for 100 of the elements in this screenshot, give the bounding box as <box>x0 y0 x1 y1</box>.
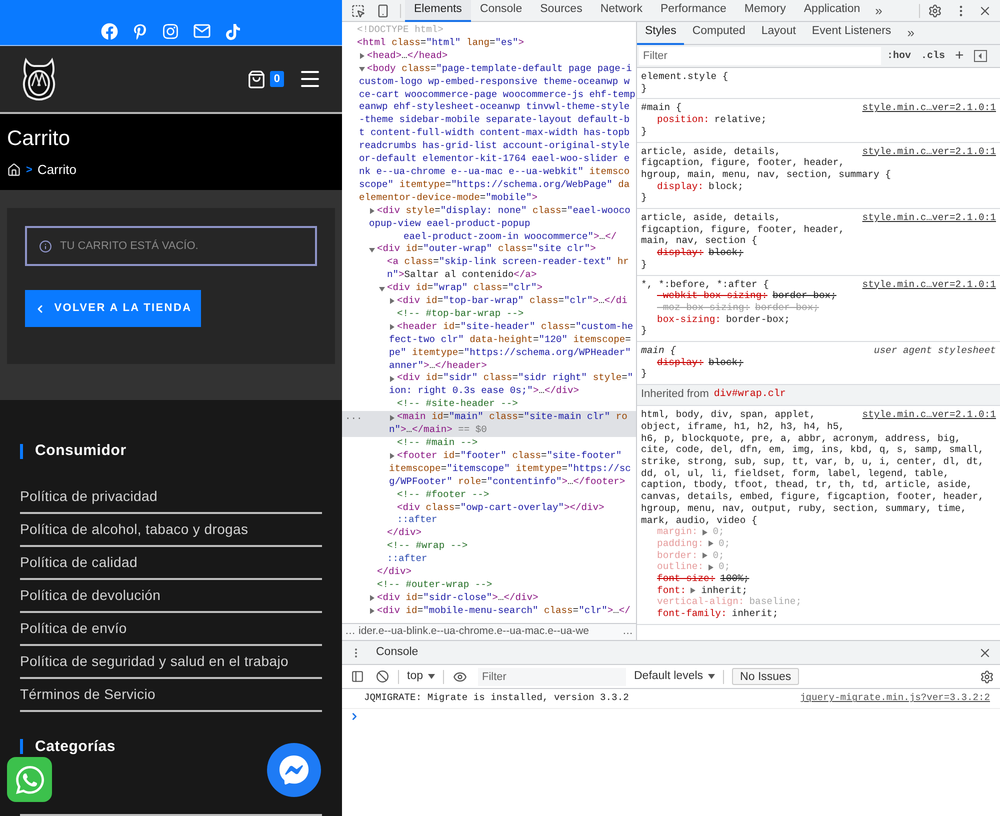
dom-node[interactable]: <!-- #main --> <box>342 437 636 450</box>
scroll-right-button[interactable]: … <box>620 624 636 640</box>
expand-triangle-icon[interactable] <box>690 587 696 594</box>
stylesheet-source[interactable]: style.min.c…ver=2.1.0:1 <box>862 102 996 114</box>
node-actions-ellipsis[interactable]: ... <box>345 411 362 424</box>
sidebar-tab[interactable]: Event Listeners <box>804 22 900 44</box>
property-value[interactable]: inherit; <box>732 608 778 620</box>
dom-node[interactable]: <footer id="footer" class="site-footer" itemscope="itemscope" itemtype="https://sc g/WPFooter" role="contentinfo">…</footer> <box>342 450 636 489</box>
property-value[interactable]: block; <box>708 356 744 368</box>
property-value[interactable]: relative; <box>714 114 767 126</box>
property-name[interactable]: position: <box>657 114 710 126</box>
property-value[interactable]: block; <box>708 180 744 192</box>
styles-filter-field[interactable]: Filter <box>639 47 881 65</box>
expand-triangle-icon[interactable] <box>702 552 708 559</box>
property-name[interactable]: font: <box>657 584 686 596</box>
collapsed-triangle-icon[interactable] <box>369 595 375 602</box>
facebook-icon[interactable] <box>101 23 118 40</box>
issues-button[interactable]: No Issues <box>732 668 800 685</box>
return-to-shop-button[interactable]: VOLVER A LA TIENDA <box>25 290 201 327</box>
dom-node[interactable]: <div style="display: none" class="eael-wooco opup-view eael-product-popup eael-product-zoom-in woocommerce">…</ <box>342 204 636 244</box>
stylesheet-source[interactable]: style.min.c…ver=2.1.0:1 <box>862 278 996 290</box>
tiktok-icon[interactable] <box>225 24 241 40</box>
dom-node[interactable]: <div id="top-bar-wrap" class="clr">…</di <box>342 295 636 308</box>
devtools-tab[interactable]: Network <box>591 0 652 22</box>
footer-link[interactable]: Política de seguridad y salud en el trabajo <box>20 650 289 672</box>
collapsed-triangle-icon[interactable] <box>389 298 395 304</box>
eye-icon[interactable] <box>453 670 467 684</box>
property-value[interactable]: block; <box>708 247 744 259</box>
devtools-tab[interactable]: Console <box>470 0 532 22</box>
class-toggle[interactable]: .cls <box>921 48 946 64</box>
collapsed-triangle-icon[interactable] <box>359 53 365 60</box>
stylesheet-source[interactable]: style.min.c…ver=2.1.0:1 <box>862 409 996 421</box>
more-tabs-button[interactable]: » <box>869 0 888 20</box>
footer-link[interactable]: Términos de Servicio <box>20 684 156 704</box>
property-name[interactable]: font-size: <box>657 573 716 585</box>
footer-link[interactable]: Política de envío <box>20 618 127 638</box>
emblem-logo[interactable] <box>20 56 58 102</box>
expand-triangle-icon[interactable] <box>708 564 714 571</box>
expanded-triangle-icon[interactable] <box>369 246 375 253</box>
property-value[interactable]: border-box; <box>726 314 790 326</box>
stylesheet-source[interactable]: style.min.c…ver=2.1.0:1 <box>862 146 996 158</box>
footer-link[interactable]: Política de devolución <box>20 584 161 606</box>
dom-node[interactable]: ... <main id="main" class="site-main clr" ro n">…</main> == $0 <box>342 411 636 437</box>
footer-link[interactable]: Política de privacidad <box>20 486 158 506</box>
dom-node[interactable]: <!-- #wrap --> <box>342 540 636 554</box>
messenger-chat-button[interactable] <box>267 743 321 797</box>
dom-node[interactable]: <!-- #outer-wrap --> <box>342 578 636 592</box>
dom-node[interactable]: <div id="sidr-close">…</div> <box>342 592 636 605</box>
property-name[interactable]: display: <box>657 180 704 192</box>
collapsed-triangle-icon[interactable] <box>369 208 375 214</box>
mail-icon[interactable] <box>193 22 211 40</box>
more-tabs-button[interactable]: » <box>899 23 922 43</box>
collapsed-triangle-icon[interactable] <box>389 376 395 382</box>
collapsed-triangle-icon[interactable] <box>389 453 395 460</box>
devtools-tab[interactable]: Memory <box>735 0 795 22</box>
property-name[interactable]: display: <box>657 247 704 259</box>
shopping-bag-icon[interactable] <box>246 70 266 88</box>
message-source-link[interactable]: jquery-migrate.min.js?ver=3.3.2:2 <box>800 691 990 706</box>
stylesheet-source[interactable]: style.min.c…ver=2.1.0:1 <box>862 212 996 224</box>
dom-node[interactable]: <head>…</head> <box>342 50 636 63</box>
device-toolbar-icon[interactable] <box>376 4 390 18</box>
expanded-triangle-icon[interactable] <box>379 286 385 292</box>
scroll-left-button[interactable]: … <box>342 624 358 640</box>
property-name[interactable]: -webkit-box-sizing: <box>657 290 768 302</box>
log-levels-dropdown[interactable]: Default levels <box>634 668 716 686</box>
new-rule-button[interactable]: + <box>955 44 964 68</box>
footer-link[interactable]: Política de calidad <box>20 552 138 572</box>
dom-node[interactable]: <!-- #top-bar-wrap --> <box>342 308 636 321</box>
property-value[interactable]: inherit; <box>701 584 748 596</box>
expanded-triangle-icon[interactable] <box>359 66 365 72</box>
dom-node[interactable]: <!-- #site-header --> <box>342 398 636 412</box>
property-value[interactable]: border-box; <box>772 290 836 302</box>
inspect-element-icon[interactable] <box>351 4 365 18</box>
devtools-tab[interactable]: Performance <box>652 0 736 22</box>
devtools-tab[interactable]: Elements <box>405 0 471 22</box>
clear-console-icon[interactable] <box>376 670 389 683</box>
dom-node[interactable]: <a class="skip-link screen-reader-text" hr n">Saltar al contenido</a> <box>342 256 636 282</box>
devtools-tab[interactable]: Application <box>794 0 870 22</box>
sidebar-tab[interactable]: Layout <box>753 22 804 44</box>
property-value[interactable]: 100%; <box>720 573 750 585</box>
dom-node[interactable]: <!-- #footer --> <box>342 488 636 502</box>
dom-node[interactable]: <div id="wrap" class="clr"> <box>342 282 636 296</box>
settings-icon[interactable] <box>928 4 942 18</box>
dom-node[interactable]: <div id="outer-wrap" class="site clr"> <box>342 243 636 256</box>
dom-node[interactable]: ::after <box>342 553 636 566</box>
footer-link[interactable]: Política de alcohol, tabaco y drogas <box>20 518 248 540</box>
expand-triangle-icon[interactable] <box>708 540 714 548</box>
sidebar-toggle-icon[interactable] <box>974 50 987 62</box>
property-name[interactable]: box-sizing: <box>657 314 721 326</box>
context-selector[interactable]: top <box>407 668 435 686</box>
collapsed-triangle-icon[interactable] <box>389 414 395 421</box>
collapsed-triangle-icon[interactable] <box>369 608 375 614</box>
drawer-tab[interactable]: Console <box>370 644 424 662</box>
pinterest-icon[interactable] <box>132 24 148 40</box>
property-name[interactable]: display: <box>657 356 704 368</box>
sidebar-toggle-icon[interactable] <box>351 670 364 683</box>
element-breadcrumb[interactable]: ider.e--ua-blink.e--ua-chrome.e--ua-mac.e--ua-we <box>358 624 620 640</box>
instagram-icon[interactable] <box>162 23 179 40</box>
dom-node[interactable]: ::after <box>342 514 636 528</box>
dom-node[interactable]: <header id="site-header" class="custom-he fect-two clr" data-height="120" itemscope= pe" itemtype="https://schema.org/WPHeader" anner">…</header> <box>342 320 636 372</box>
